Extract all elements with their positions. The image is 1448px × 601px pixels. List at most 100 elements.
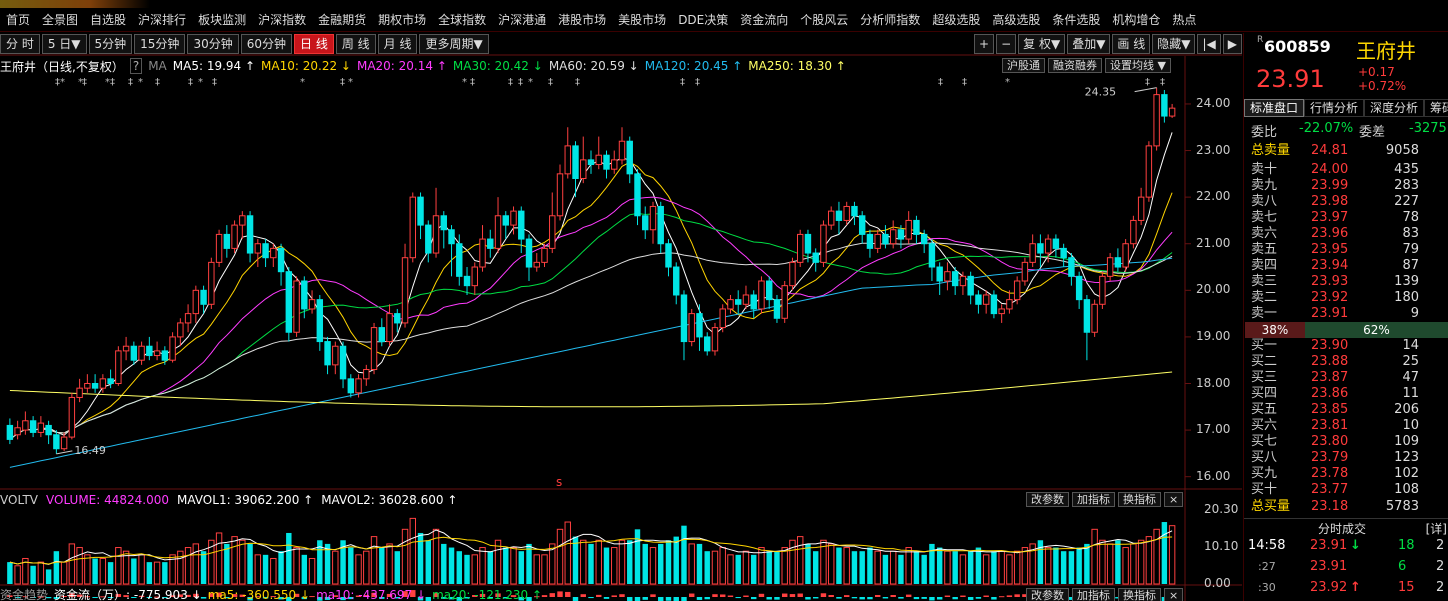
candle-down bbox=[967, 275, 974, 296]
fund-header: 资金趋势 资金流（万）: -775.903 ↓ ma5: -360.550 ↓ ma1… bbox=[0, 588, 1184, 601]
candle-down bbox=[587, 159, 595, 166]
info-marker: ‡ bbox=[82, 77, 87, 88]
candle-up bbox=[556, 173, 564, 217]
candle-up bbox=[184, 313, 192, 324]
candle-down bbox=[1083, 299, 1091, 333]
quote-tab[interactable]: 行情分析 bbox=[1304, 99, 1365, 117]
candle-down bbox=[285, 271, 293, 333]
level-label: 卖六 bbox=[1251, 226, 1278, 241]
volume-bar-down bbox=[751, 554, 757, 584]
indicator-button[interactable]: 换指标 bbox=[1118, 492, 1161, 507]
volume-bar-up bbox=[556, 528, 564, 585]
volume-bar-up bbox=[1106, 543, 1114, 585]
volume-bar-down bbox=[774, 551, 780, 584]
candle-down bbox=[246, 215, 254, 254]
quote-tab[interactable]: 筹码 bbox=[1424, 99, 1448, 117]
k-line-chart-area[interactable]: 24.3516.49s‡ * * ‡ * ‡ ‡ * ‡ ‡ * ‡ * ‡ * * ‡ ‡ ‡ * ‡ ‡ ‡ ‡ ‡ ‡ * ‡ ‡ bbox=[0, 0, 1242, 601]
high-label: 24.35 bbox=[1085, 86, 1117, 99]
order-book-row: 买五 23.85 206 bbox=[1251, 402, 1447, 418]
volume-bar-down bbox=[1053, 547, 1059, 584]
price-tick: 16.00 bbox=[1196, 468, 1231, 483]
volume-bar-down bbox=[805, 543, 811, 584]
quote-tab[interactable]: 深度分析 bbox=[1364, 99, 1425, 117]
volume-bar-down bbox=[658, 543, 664, 584]
candle-up bbox=[719, 308, 726, 329]
level-volume: 47 bbox=[1402, 370, 1419, 385]
candle-down bbox=[487, 238, 494, 249]
volume-bar-down bbox=[464, 554, 470, 584]
info-marker: ‡ bbox=[212, 77, 217, 88]
volume-bar-up bbox=[99, 557, 107, 585]
weicha-label: 委差 bbox=[1359, 125, 1386, 140]
volume-bar-down bbox=[146, 562, 153, 584]
volume-bar-down bbox=[417, 532, 424, 584]
candle-up bbox=[611, 159, 618, 170]
volume-bar-up bbox=[843, 547, 850, 585]
candle-up bbox=[1168, 107, 1176, 117]
volume-bar-down bbox=[603, 547, 610, 584]
level-label: 买一 bbox=[1251, 338, 1278, 353]
candle-up bbox=[332, 345, 339, 366]
info-marker: * bbox=[198, 77, 203, 88]
volume-bar-down bbox=[348, 547, 354, 584]
change-percent: +0.72% bbox=[1358, 79, 1407, 93]
ratio-left: 38% bbox=[1245, 322, 1305, 338]
volume-bar-down bbox=[441, 543, 447, 584]
indicator-button[interactable]: 加指标 bbox=[1072, 588, 1115, 601]
candle-up bbox=[471, 266, 478, 287]
level-volume: 180 bbox=[1394, 290, 1419, 305]
indicator-button[interactable]: 加指标 bbox=[1072, 492, 1115, 507]
close-icon[interactable]: × bbox=[1164, 588, 1184, 601]
candle-down bbox=[394, 313, 401, 324]
volume-bar-down bbox=[131, 558, 137, 584]
level-label: 买七 bbox=[1251, 434, 1278, 449]
level-price: 23.78 bbox=[1311, 466, 1349, 481]
candle-up bbox=[1122, 243, 1129, 268]
indicator-button[interactable]: 改参数 bbox=[1026, 492, 1069, 507]
volume-bar-down bbox=[991, 551, 997, 584]
tick-direction-icon: ↑ bbox=[1350, 580, 1361, 595]
level-price: 23.85 bbox=[1311, 402, 1349, 417]
ticks-detail-button[interactable]: [详] bbox=[1426, 520, 1447, 537]
level-label: 卖二 bbox=[1251, 290, 1278, 305]
price-tick: 19.00 bbox=[1196, 328, 1231, 343]
candle-down bbox=[936, 266, 943, 282]
volume-bar-up bbox=[796, 536, 804, 585]
fund-legend-item: ma5: -360.550 ↓ bbox=[207, 588, 311, 601]
volume-bar-up bbox=[370, 536, 378, 585]
volume-bar-down bbox=[45, 569, 52, 584]
indicator-button[interactable]: 改参数 bbox=[1026, 588, 1069, 601]
candle-down bbox=[161, 350, 169, 361]
volume-bar-up bbox=[37, 561, 45, 585]
volume-bar-up bbox=[68, 543, 76, 585]
candle-up bbox=[1106, 257, 1114, 277]
level-label: 买二 bbox=[1251, 354, 1278, 369]
volume-bar-up bbox=[711, 550, 719, 585]
fund-legend-item: 资金趋势 bbox=[0, 588, 49, 601]
candle-up bbox=[84, 383, 91, 389]
candle-up bbox=[192, 289, 200, 315]
quote-tab[interactable]: 标准盘口 bbox=[1244, 99, 1305, 117]
candle-down bbox=[324, 341, 331, 366]
level-price: 24.00 bbox=[1311, 162, 1349, 177]
last-price: 23.91 bbox=[1256, 65, 1325, 93]
candle-down bbox=[634, 173, 641, 217]
volume-bar-up bbox=[215, 532, 223, 585]
candle-down bbox=[1161, 94, 1168, 117]
level-volume: 139 bbox=[1394, 274, 1419, 289]
close-icon[interactable]: × bbox=[1164, 492, 1184, 507]
level-label: 总卖量 bbox=[1251, 143, 1291, 158]
volume-bar-down bbox=[456, 551, 462, 584]
s-marker: s bbox=[556, 475, 562, 489]
indicator-button[interactable]: 换指标 bbox=[1118, 588, 1161, 601]
volume-bar-up bbox=[293, 547, 300, 585]
candle-up bbox=[1021, 261, 1029, 282]
volume-bar-down bbox=[247, 543, 253, 584]
info-marker: * bbox=[300, 77, 305, 88]
level-price: 23.88 bbox=[1311, 354, 1349, 369]
weibi-row: 委比 -22.07% 委差 -3275 bbox=[1251, 121, 1447, 140]
candle-down bbox=[603, 154, 610, 170]
volume-bar-up bbox=[727, 554, 734, 585]
candle-down bbox=[812, 252, 819, 263]
volume-bar-up bbox=[1122, 547, 1129, 585]
